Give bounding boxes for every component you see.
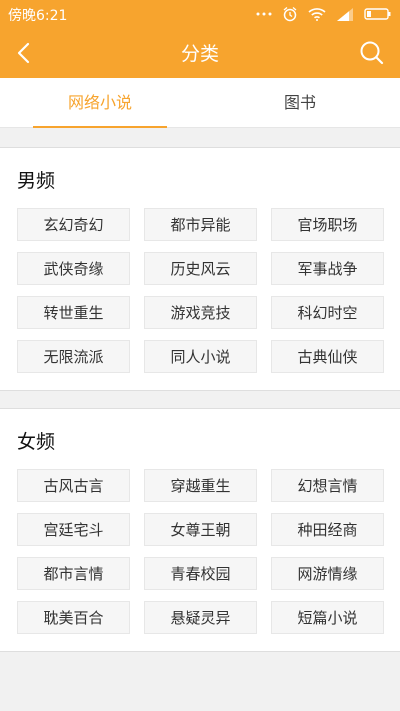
category-tag[interactable]: 耽美百合 bbox=[17, 601, 130, 634]
search-button[interactable] bbox=[356, 37, 388, 69]
app-bar: 分类 bbox=[0, 28, 400, 78]
status-time: 傍晚6:21 bbox=[8, 8, 68, 24]
category-tag[interactable]: 穿越重生 bbox=[144, 469, 257, 502]
category-tag[interactable]: 短篇小说 bbox=[271, 601, 384, 634]
alarm-icon bbox=[283, 7, 297, 22]
tag-grid-female: 古风古言 穿越重生 幻想言情 宫廷宅斗 女尊王朝 种田经商 都市言情 青春校园 … bbox=[17, 469, 384, 634]
status-icons bbox=[256, 4, 392, 24]
category-tag[interactable]: 都市言情 bbox=[17, 557, 130, 590]
category-tag[interactable]: 青春校园 bbox=[144, 557, 257, 590]
category-tag[interactable]: 武侠奇缘 bbox=[17, 252, 130, 285]
category-tag[interactable]: 古风古言 bbox=[17, 469, 130, 502]
category-tag[interactable]: 历史风云 bbox=[144, 252, 257, 285]
category-tag[interactable]: 女尊王朝 bbox=[144, 513, 257, 546]
tab-bar: 网络小说 图书 bbox=[0, 78, 400, 128]
signal-icon bbox=[337, 8, 353, 21]
search-icon bbox=[360, 41, 384, 65]
wifi-icon bbox=[308, 8, 326, 21]
battery-icon bbox=[364, 8, 391, 20]
category-tag[interactable]: 宫廷宅斗 bbox=[17, 513, 130, 546]
active-tab-indicator bbox=[33, 126, 167, 128]
section-title-female: 女频 bbox=[17, 431, 56, 453]
more-dots-icon bbox=[256, 12, 272, 16]
category-tag[interactable]: 种田经商 bbox=[271, 513, 384, 546]
tab-web-novels[interactable]: 网络小说 bbox=[0, 78, 200, 128]
category-tag[interactable]: 悬疑灵异 bbox=[144, 601, 257, 634]
category-tag[interactable]: 玄幻奇幻 bbox=[17, 208, 130, 241]
section-title-male: 男频 bbox=[17, 170, 56, 192]
category-tag[interactable]: 同人小说 bbox=[144, 340, 257, 373]
category-tag[interactable]: 古典仙侠 bbox=[271, 340, 384, 373]
section-male: 男频 玄幻奇幻 都市异能 官场职场 武侠奇缘 历史风云 军事战争 转世重生 游戏… bbox=[0, 147, 400, 391]
category-tag[interactable]: 都市异能 bbox=[144, 208, 257, 241]
category-tag[interactable]: 网游情缘 bbox=[271, 557, 384, 590]
category-tag[interactable]: 转世重生 bbox=[17, 296, 130, 329]
page-title: 分类 bbox=[180, 43, 219, 65]
tag-grid-male: 玄幻奇幻 都市异能 官场职场 武侠奇缘 历史风云 军事战争 转世重生 游戏竞技 … bbox=[17, 208, 384, 373]
status-bar: 傍晚6:21 bbox=[0, 0, 400, 28]
category-tag[interactable]: 官场职场 bbox=[271, 208, 384, 241]
category-tag[interactable]: 游戏竞技 bbox=[144, 296, 257, 329]
category-tag[interactable]: 军事战争 bbox=[271, 252, 384, 285]
category-tag[interactable]: 科幻时空 bbox=[271, 296, 384, 329]
section-female: 女频 古风古言 穿越重生 幻想言情 宫廷宅斗 女尊王朝 种田经商 都市言情 青春… bbox=[0, 408, 400, 652]
category-tag[interactable]: 无限流派 bbox=[17, 340, 130, 373]
tab-books[interactable]: 图书 bbox=[200, 78, 400, 128]
category-tag[interactable]: 幻想言情 bbox=[271, 469, 384, 502]
